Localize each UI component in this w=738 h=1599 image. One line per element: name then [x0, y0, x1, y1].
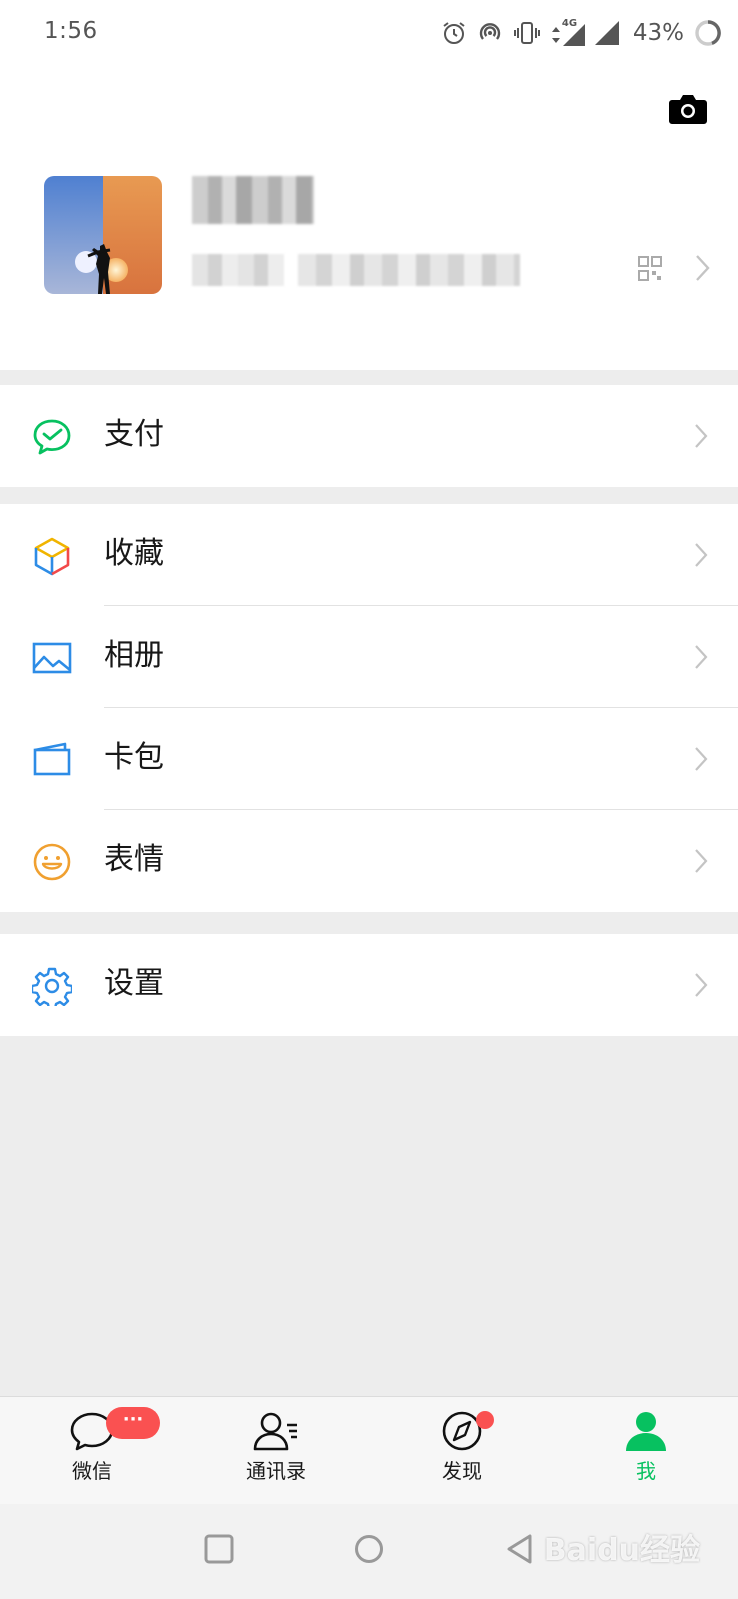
tab-me[interactable]: 我 [576, 1411, 716, 1484]
menu-group-pay: 支付 [0, 385, 738, 487]
gear-icon [32, 967, 72, 1006]
chevron-right-icon [695, 543, 708, 567]
tab-label-chats: 微信 [72, 1459, 112, 1483]
back-icon[interactable] [506, 1534, 534, 1564]
alarm-icon [443, 22, 465, 44]
menu-item-cards[interactable]: 卡包 [0, 708, 738, 810]
tab-discover[interactable]: 发现 [392, 1411, 532, 1484]
menu-item-album[interactable]: 相册 [0, 606, 738, 708]
qr-code-icon[interactable] [638, 256, 662, 282]
chevron-right-icon [695, 645, 708, 669]
menu-label-settings: 设置 [104, 966, 164, 1001]
watermark: Baidu经验 [543, 1533, 700, 1568]
chevron-right-icon [695, 849, 708, 873]
system-nav-bar: Baidu经验 [0, 1504, 738, 1599]
favorites-cube-icon [34, 537, 70, 576]
menu-item-stickers[interactable]: 表情 [0, 810, 738, 912]
wechat-id-label-blurred [192, 254, 284, 286]
menu-group-settings: 设置 [0, 934, 738, 1036]
profile-header[interactable] [0, 66, 738, 370]
tab-label-me: 我 [636, 1459, 656, 1483]
me-person-icon [626, 1412, 666, 1451]
menu-label-favorites: 收藏 [104, 536, 164, 571]
tab-chats[interactable]: 微信 ··· [22, 1407, 162, 1484]
status-time: 1:56 [44, 18, 98, 44]
wechat-id-value-blurred [298, 254, 520, 286]
camera-icon[interactable] [668, 92, 708, 126]
chevron-right-icon [695, 424, 708, 448]
tab-contacts[interactable]: 通讯录 [206, 1411, 346, 1484]
nickname-blurred [192, 176, 314, 224]
signal-icon-2 [594, 21, 619, 45]
hotspot-icon [479, 23, 501, 40]
bottom-tab-bar: 微信 ··· 通讯录 发现 我 [0, 1396, 738, 1504]
menu-label-stickers: 表情 [104, 842, 164, 877]
status-icons: 4G 43% [441, 16, 722, 50]
vibrate-icon [513, 22, 540, 44]
notification-dot [476, 1411, 494, 1429]
tab-label-contacts: 通讯录 [246, 1459, 306, 1483]
signal-icon [562, 24, 585, 46]
menu-label-pay: 支付 [104, 417, 164, 452]
chevron-right-icon [695, 973, 708, 997]
recent-apps-icon[interactable] [204, 1534, 234, 1564]
menu-group-main: 收藏 相册 卡包 表情 [0, 504, 738, 912]
avatar[interactable] [44, 176, 162, 294]
network-indicator: 4G [551, 18, 585, 46]
battery-percent: 43% [632, 20, 684, 46]
tab-label-discover: 发现 [442, 1459, 482, 1483]
contacts-icon [253, 1412, 297, 1451]
album-icon [32, 642, 72, 674]
menu-item-settings[interactable]: 设置 [0, 934, 738, 1036]
card-wallet-icon [33, 742, 71, 776]
pay-icon [33, 419, 71, 455]
smiley-icon [33, 843, 71, 881]
menu-item-pay[interactable]: 支付 [0, 385, 738, 487]
menu-item-favorites[interactable]: 收藏 [0, 504, 738, 606]
status-bar: 1:56 4G 43% [0, 0, 738, 66]
battery-ring-icon [695, 20, 721, 46]
data-arrows-icon [551, 27, 560, 43]
chevron-right-icon [695, 747, 708, 771]
unread-badge: ··· [106, 1407, 160, 1439]
menu-label-album: 相册 [104, 638, 164, 673]
chevron-right-icon [696, 255, 710, 281]
menu-label-cards: 卡包 [104, 740, 164, 775]
home-icon[interactable] [354, 1534, 384, 1564]
